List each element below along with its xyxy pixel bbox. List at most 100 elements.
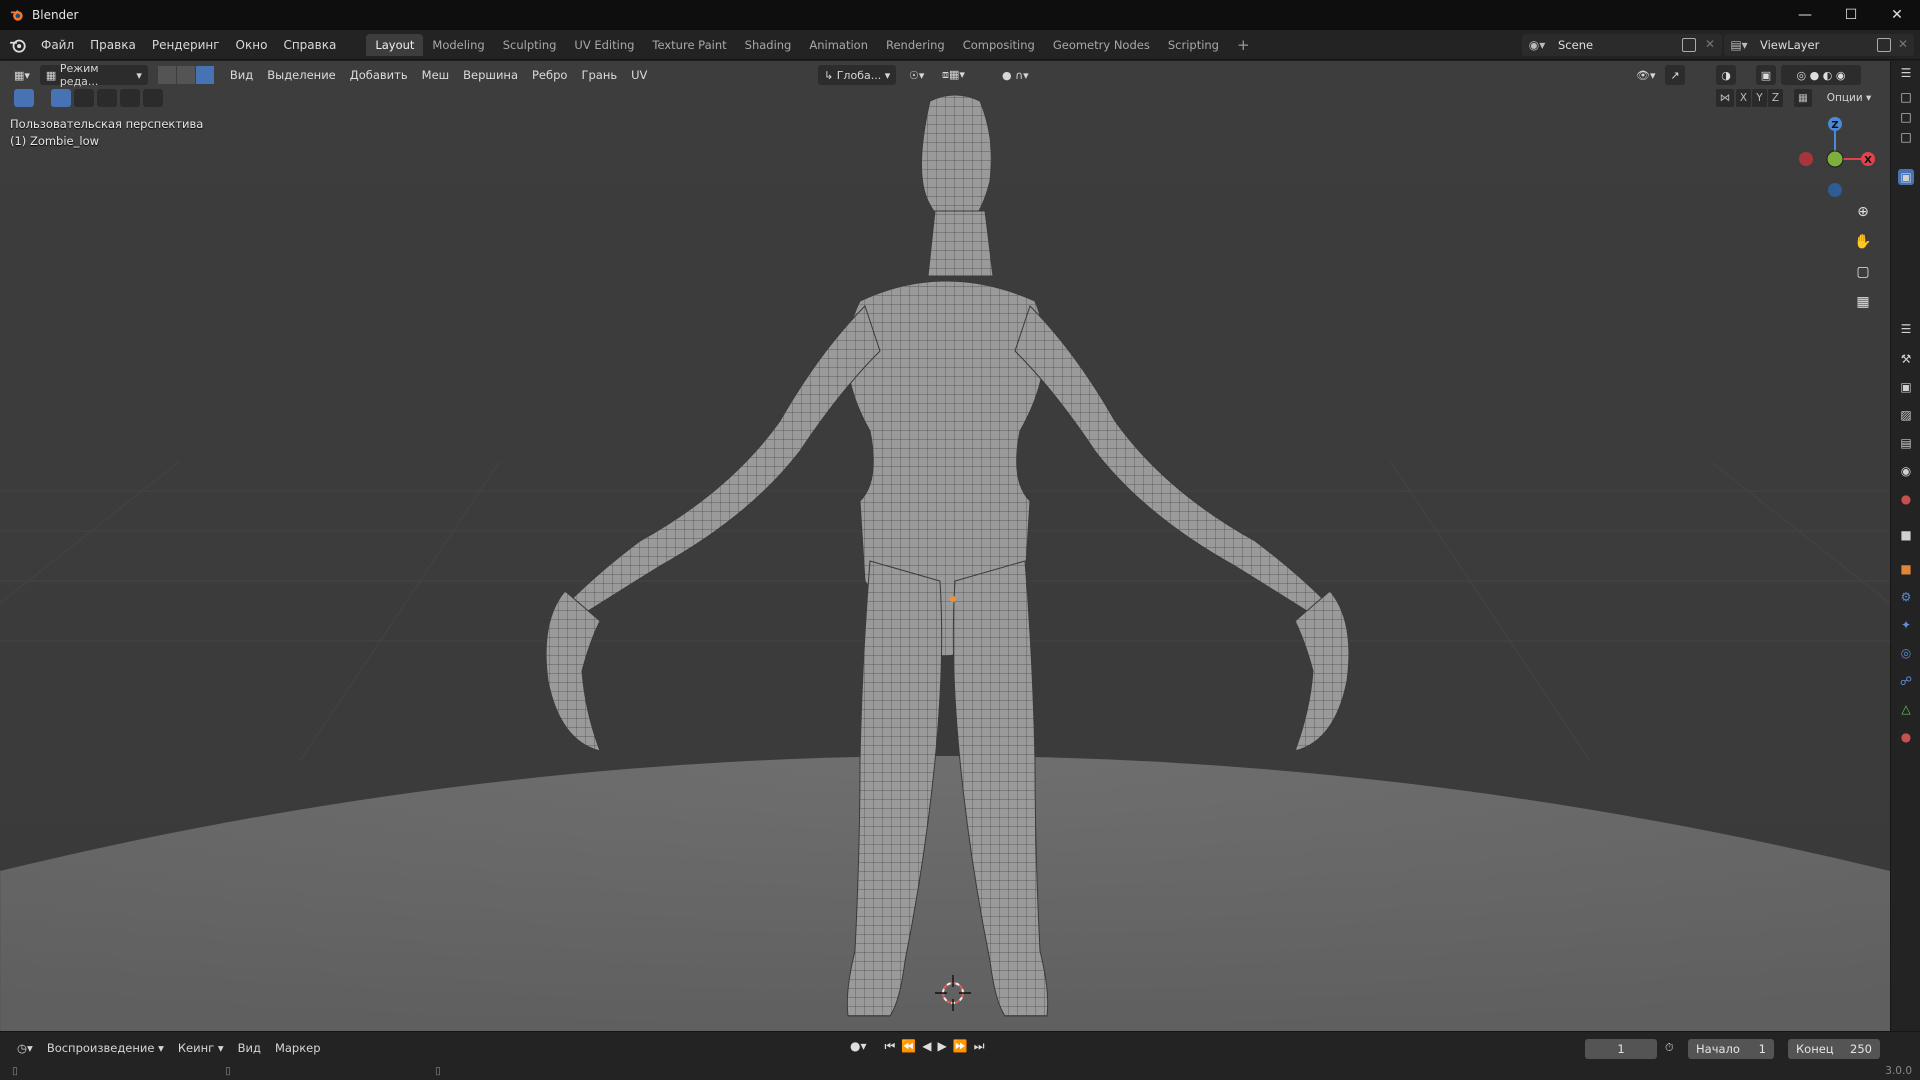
keying-label[interactable]: Кеинг bbox=[178, 1041, 214, 1055]
playback-menu[interactable]: Воспроизведение ▾ bbox=[40, 1041, 171, 1055]
remove-scene-icon[interactable]: ✕ bbox=[1705, 37, 1715, 51]
playback-label[interactable]: Воспроизведение bbox=[47, 1041, 155, 1055]
edge-select-icon[interactable] bbox=[176, 66, 195, 84]
tab-animation[interactable]: Animation bbox=[800, 34, 877, 56]
tab-modeling[interactable]: Modeling bbox=[423, 34, 493, 56]
minimize-icon[interactable]: — bbox=[1782, 0, 1828, 30]
jump-keyframe-forward-icon[interactable]: ⏩ bbox=[953, 1039, 968, 1054]
properties-menu-icon[interactable]: ☰ bbox=[1898, 321, 1914, 337]
menu-uv[interactable]: UV bbox=[624, 68, 654, 82]
zoom-icon[interactable]: ⊕ bbox=[1851, 200, 1875, 224]
tab-shading[interactable]: Shading bbox=[736, 34, 801, 56]
tab-compositing[interactable]: Compositing bbox=[954, 34, 1044, 56]
world-properties-icon[interactable]: ● bbox=[1898, 491, 1914, 507]
end-frame-field[interactable]: Конец 250 bbox=[1788, 1039, 1880, 1059]
collection-camera-icon[interactable]: □ bbox=[1898, 89, 1914, 105]
constraints-properties-icon[interactable]: ☍ bbox=[1898, 673, 1914, 689]
auto-merge-icon[interactable]: ▦ bbox=[1794, 89, 1812, 107]
menu-view[interactable]: Вид bbox=[223, 68, 260, 82]
jump-keyframe-back-icon[interactable]: ⏪ bbox=[901, 1039, 916, 1054]
viewport-scene[interactable]: Z Z X bbox=[0, 61, 1890, 1031]
visibility-icon[interactable]: 👁▾ bbox=[1630, 65, 1662, 85]
menu-select[interactable]: Выделение bbox=[260, 68, 343, 82]
shading-modes[interactable]: ◎ ● ◐ ◉ bbox=[1781, 65, 1861, 85]
xray-icon[interactable]: ▣ bbox=[1756, 65, 1776, 85]
mirror-y-button[interactable]: Y bbox=[1752, 89, 1767, 107]
outliner-toggle-icon[interactable]: ☰ bbox=[1898, 65, 1914, 81]
collection-camera-icon-3[interactable]: □ bbox=[1898, 129, 1914, 145]
tab-rendering[interactable]: Rendering bbox=[877, 34, 954, 56]
data-properties-icon[interactable]: △ bbox=[1898, 701, 1914, 717]
overlays-icon[interactable]: ◑ bbox=[1716, 65, 1736, 85]
editor-type-button[interactable]: ▦▾ bbox=[8, 65, 36, 85]
tab-texture-paint[interactable]: Texture Paint bbox=[643, 34, 735, 56]
render-properties-icon[interactable]: ▣ bbox=[1898, 379, 1914, 395]
scene-name[interactable]: Scene bbox=[1552, 38, 1593, 52]
physics-properties-icon[interactable]: ◎ bbox=[1898, 645, 1914, 661]
tab-uv-editing[interactable]: UV Editing bbox=[565, 34, 643, 56]
face-select-icon[interactable] bbox=[195, 66, 214, 84]
start-frame-field[interactable]: Начало 1 bbox=[1688, 1039, 1774, 1059]
scene-selector[interactable]: ◉▾ Scene ✕ bbox=[1522, 34, 1722, 56]
view-layer-icon[interactable]: ▤▾ bbox=[1724, 34, 1754, 56]
marker-menu[interactable]: Маркер bbox=[268, 1041, 328, 1055]
menu-window[interactable]: Окно bbox=[228, 38, 276, 52]
transform-orientation-selector[interactable]: ↳ Глоба... ▾ bbox=[818, 65, 896, 85]
navigation-gizmo[interactable] bbox=[1799, 124, 1865, 197]
select-invert-icon[interactable] bbox=[120, 89, 140, 107]
select-intersect-icon[interactable] bbox=[143, 89, 163, 107]
tool-properties-icon[interactable]: ⚒ bbox=[1898, 351, 1914, 367]
object-properties-icon[interactable]: ■ bbox=[1898, 561, 1914, 577]
record-icon[interactable]: ●▾ bbox=[850, 1039, 867, 1054]
menu-vertex[interactable]: Вершина bbox=[456, 68, 525, 82]
active-view-icon[interactable]: ▣ bbox=[1898, 169, 1914, 185]
snap-icon[interactable]: ⧈▦▾ bbox=[936, 65, 971, 85]
maximize-icon[interactable]: ☐ bbox=[1828, 0, 1874, 30]
menu-add[interactable]: Добавить bbox=[343, 68, 415, 82]
scene-properties-icon[interactable]: ◉ bbox=[1898, 463, 1914, 479]
view-layer-name[interactable]: ViewLayer bbox=[1754, 38, 1819, 52]
modifier-properties-icon[interactable]: ⚙ bbox=[1898, 589, 1914, 605]
current-frame-field[interactable]: 1 bbox=[1585, 1039, 1657, 1059]
new-view-layer-icon[interactable] bbox=[1877, 38, 1891, 52]
grid-perspective-icon[interactable]: ▦ bbox=[1851, 290, 1875, 314]
menu-edit[interactable]: Правка bbox=[82, 38, 144, 52]
jump-end-icon[interactable]: ⏭ bbox=[974, 1039, 985, 1054]
material-properties-icon[interactable]: ● bbox=[1898, 729, 1914, 745]
gizmos-icon[interactable]: ↗ bbox=[1665, 65, 1685, 85]
pivot-point-icon[interactable]: ☉▾ bbox=[903, 65, 930, 85]
remove-view-layer-icon[interactable]: ✕ bbox=[1898, 37, 1908, 51]
end-value[interactable]: 250 bbox=[1850, 1042, 1872, 1056]
tab-geometry-nodes[interactable]: Geometry Nodes bbox=[1044, 34, 1159, 56]
mirror-x-button[interactable]: X bbox=[1736, 89, 1751, 107]
start-value[interactable]: 1 bbox=[1759, 1042, 1766, 1056]
close-icon[interactable]: ✕ bbox=[1874, 0, 1920, 30]
play-reverse-icon[interactable]: ◀ bbox=[922, 1039, 931, 1054]
menu-render[interactable]: Рендеринг bbox=[144, 38, 228, 52]
menu-file[interactable]: Файл bbox=[33, 38, 82, 52]
menu-mesh[interactable]: Меш bbox=[415, 68, 457, 82]
blender-menu-icon[interactable] bbox=[9, 36, 27, 54]
particles-properties-icon[interactable]: ✦ bbox=[1898, 617, 1914, 633]
mode-selector[interactable]: ▦ Режим реда... ▾ bbox=[39, 62, 148, 88]
select-new-icon[interactable] bbox=[51, 89, 71, 107]
menu-face[interactable]: Грань bbox=[574, 68, 624, 82]
mirror-z-button[interactable]: Z bbox=[1768, 89, 1783, 107]
tab-scripting[interactable]: Scripting bbox=[1159, 34, 1228, 56]
timeline-editor-icon[interactable]: ◷▾ bbox=[10, 1041, 40, 1055]
select-box-tool-icon[interactable] bbox=[14, 89, 34, 107]
select-subtract-icon[interactable] bbox=[97, 89, 117, 107]
timeline-view-menu[interactable]: Вид bbox=[231, 1041, 268, 1055]
camera-view-icon[interactable]: ▢ bbox=[1851, 260, 1875, 284]
stopwatch-icon[interactable]: ⏱ bbox=[1665, 1041, 1674, 1055]
select-extend-icon[interactable] bbox=[74, 89, 94, 107]
pan-hand-icon[interactable]: ✋ bbox=[1851, 230, 1875, 254]
menu-edge[interactable]: Ребро bbox=[525, 68, 574, 82]
vertex-select-icon[interactable] bbox=[157, 66, 176, 84]
add-workspace-button[interactable]: + bbox=[1228, 34, 1259, 56]
view-layer-properties-icon[interactable]: ▤ bbox=[1898, 435, 1914, 451]
collection-properties-icon[interactable]: ■ bbox=[1898, 527, 1914, 543]
keying-menu[interactable]: Кеинг ▾ bbox=[171, 1041, 231, 1055]
options-label[interactable]: Опции bbox=[1827, 92, 1863, 104]
menu-help[interactable]: Справка bbox=[275, 38, 344, 52]
